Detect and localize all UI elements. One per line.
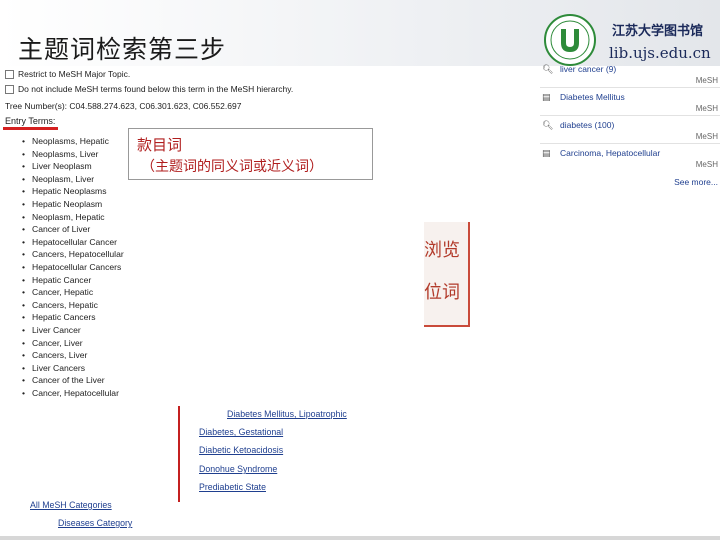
- all-mesh-categories-link[interactable]: All MeSH Categories: [30, 500, 112, 510]
- entry-term: Liver Neoplasm: [22, 160, 124, 173]
- search-icon: 🔍︎: [542, 64, 554, 74]
- entry-term: Cancer, Hepatocellular: [22, 387, 124, 400]
- entry-term: Cancers, Hepatic: [22, 299, 124, 312]
- divider: [540, 143, 720, 144]
- entry-term: Hepatocellular Cancers: [22, 261, 124, 274]
- entry-term: Cancer, Liver: [22, 337, 124, 350]
- entry-term: Hepatic Cancer: [22, 274, 124, 287]
- recent-item-label[interactable]: diabetes (100): [560, 120, 614, 130]
- entry-term: Hepatic Neoplasm: [22, 198, 124, 211]
- library-name: 江苏大学图书馆: [612, 24, 704, 39]
- recent-item-label[interactable]: Diabetes Mellitus: [560, 92, 625, 102]
- entry-terms-callout: 款目词 （主题词的同义词或近义词）: [128, 128, 373, 180]
- library-url: lib.ujs.edu.cn: [609, 44, 711, 62]
- side-annotation-text: 浏览: [424, 240, 460, 261]
- recent-item-label[interactable]: Carcinoma, Hepatocellular: [560, 148, 660, 158]
- entry-term: Hepatocellular Cancer: [22, 236, 124, 249]
- restrict-major-checkbox[interactable]: [5, 70, 14, 80]
- entry-term: Hepatic Neoplasms: [22, 185, 124, 198]
- tree-link[interactable]: Diabetes Mellitus, Lipoatrophic: [227, 409, 347, 419]
- university-logo-icon: [544, 14, 596, 66]
- tree-link[interactable]: Prediabetic State: [199, 482, 266, 492]
- entry-term: Cancer of Liver: [22, 223, 124, 236]
- divider: [540, 115, 720, 116]
- restrict-major-option[interactable]: Restrict to MeSH Major Topic.: [5, 69, 131, 80]
- side-annotation-text: 位词: [424, 282, 460, 303]
- no-explode-checkbox[interactable]: [5, 85, 14, 95]
- document-icon: ▤: [542, 148, 551, 158]
- entry-term: Liver Cancers: [22, 362, 124, 375]
- callout-subtitle: （主题词的同义词或近义词）: [141, 159, 323, 175]
- tree-link[interactable]: Donohue Syndrome: [199, 464, 277, 474]
- divider: [540, 87, 720, 88]
- mesh-tag: MeSH: [695, 76, 718, 85]
- page-title: 主题词检索第三步: [18, 35, 227, 64]
- entry-terms-list: Neoplasms, Hepatic Neoplasms, Liver Live…: [22, 135, 124, 399]
- callout-title: 款目词: [137, 136, 183, 154]
- entry-term: Neoplasm, Liver: [22, 173, 124, 186]
- entry-term: Cancers, Hepatocellular: [22, 248, 124, 261]
- recent-item-label[interactable]: liver cancer (9): [560, 64, 616, 74]
- search-icon: 🔍︎: [542, 120, 554, 130]
- entry-term: Neoplasms, Liver: [22, 148, 124, 161]
- entry-term: Cancer, Hepatic: [22, 286, 124, 299]
- no-explode-option[interactable]: Do not include MeSH terms found below th…: [5, 84, 294, 95]
- tree-numbers: Tree Number(s): C04.588.274.623, C06.301…: [5, 101, 242, 111]
- mesh-tag: MeSH: [695, 132, 718, 141]
- recent-activity-panel: 🔍︎ liver cancer (9) MeSH ▤ Diabetes Mell…: [540, 64, 720, 194]
- document-icon: ▤: [542, 92, 551, 102]
- entry-term: Liver Cancer: [22, 324, 124, 337]
- see-more-link[interactable]: See more...: [674, 177, 718, 187]
- entry-term: Cancer of the Liver: [22, 374, 124, 387]
- entry-terms-underline: [3, 127, 58, 130]
- entry-term: Cancers, Liver: [22, 349, 124, 362]
- mesh-tag: MeSH: [695, 160, 718, 169]
- tree-link[interactable]: Diabetic Ketoacidosis: [199, 445, 283, 455]
- bottom-border: [0, 536, 720, 540]
- diseases-category-link[interactable]: Diseases Category: [58, 518, 132, 528]
- entry-term: Neoplasm, Hepatic: [22, 211, 124, 224]
- tree-link[interactable]: Diabetes, Gestational: [199, 427, 283, 437]
- entry-term: Neoplasms, Hepatic: [22, 135, 124, 148]
- restrict-major-label: Restrict to MeSH Major Topic.: [18, 69, 131, 79]
- no-explode-label: Do not include MeSH terms found below th…: [18, 84, 294, 94]
- mesh-tag: MeSH: [695, 104, 718, 113]
- tree-highlight-bar: [178, 406, 180, 502]
- entry-term: Hepatic Cancers: [22, 311, 124, 324]
- slide-header: 主题词检索第三步 江苏大学图书馆 lib.ujs.edu.cn: [0, 0, 720, 66]
- side-annotation-box: 浏览 位词: [424, 222, 470, 327]
- entry-terms-heading: Entry Terms:: [5, 116, 56, 126]
